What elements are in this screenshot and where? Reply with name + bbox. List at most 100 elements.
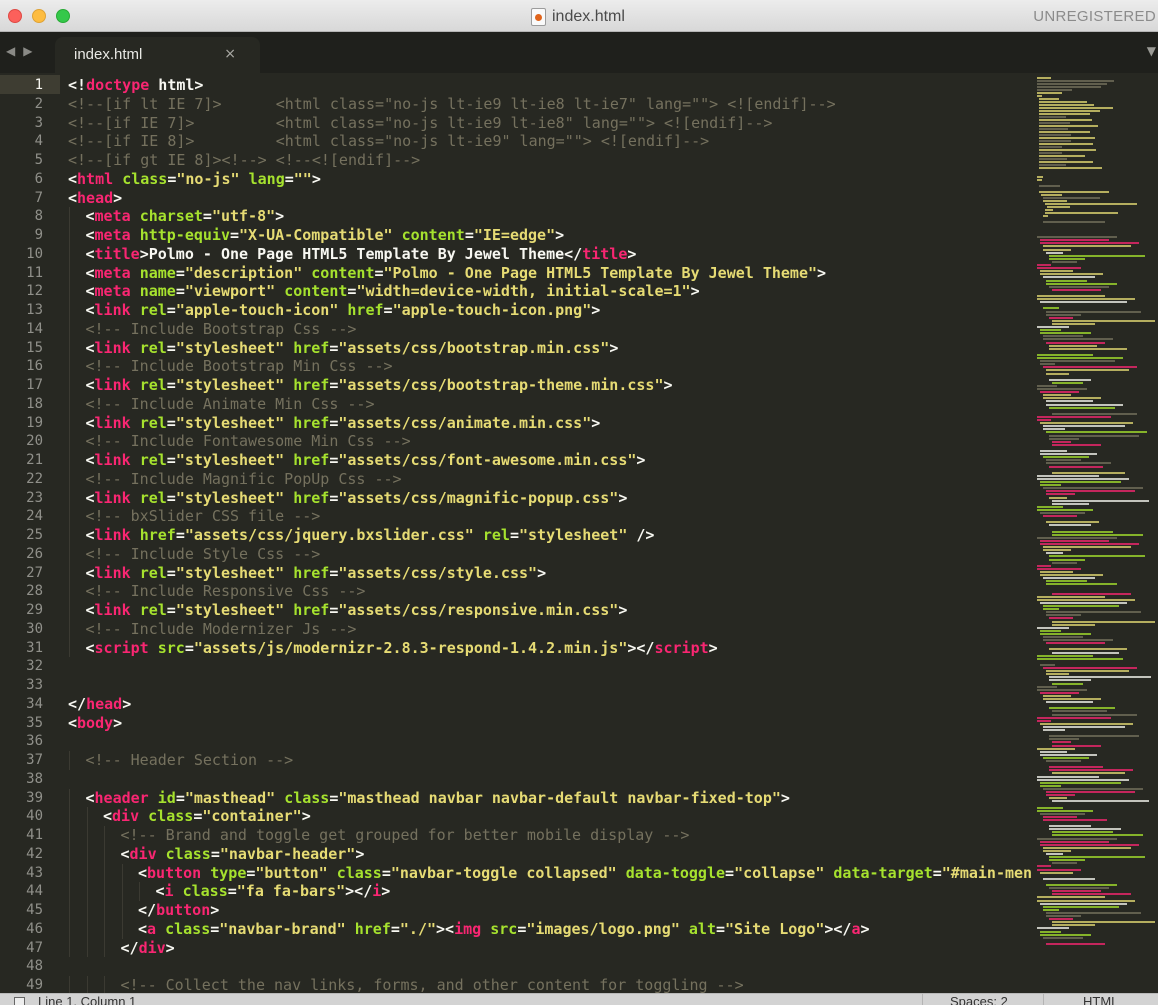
code-line[interactable]: <!-- Include Modernizer Js --> — [86, 620, 357, 638]
code-token: < — [103, 807, 113, 826]
code-line[interactable]: <!--[if IE 7]> <html class="no-js lt-ie9… — [68, 114, 772, 132]
line-number: 17 — [26, 377, 43, 393]
code-token: ></ — [345, 882, 373, 901]
code-token: = — [716, 919, 726, 938]
code-token: class — [182, 882, 228, 901]
code-line[interactable]: <i class="fa fa-bars"></i> — [156, 882, 391, 900]
minimap-line — [1052, 651, 1119, 654]
code-line[interactable]: <link href="assets/css/jquery.bxslider.c… — [86, 526, 655, 544]
code-line[interactable]: <meta http-equiv="X-UA-Compatible" conte… — [86, 226, 565, 244]
minimap-line — [1039, 143, 1093, 145]
code-line[interactable]: <link rel="stylesheet" href="assets/css/… — [86, 489, 628, 507]
code-line[interactable]: <link rel="stylesheet" href="assets/css/… — [86, 451, 646, 469]
code-line[interactable]: <meta name="viewport" content="width=dev… — [86, 282, 700, 300]
code-line[interactable]: <!-- Include Animate Min Css --> — [86, 395, 375, 413]
code-token: = — [166, 601, 176, 619]
code-line[interactable]: <!--[if gt IE 8]><!--> <!--<![endif]--> — [68, 151, 420, 169]
code-line[interactable]: <button type="button" class="navbar-togg… — [138, 864, 1033, 882]
minimap-line — [1046, 313, 1081, 316]
code-token: "stylesheet" — [175, 601, 285, 619]
code-line[interactable]: <link rel="stylesheet" href="assets/css/… — [86, 339, 619, 357]
code-line[interactable]: <title>Polmo - One Page HTML5 Template B… — [86, 245, 637, 263]
minimap-line — [1039, 191, 1110, 193]
close-window-button[interactable] — [8, 9, 22, 23]
line-number: 1 — [34, 77, 43, 93]
code-line[interactable]: <!--[if lt IE 7]> <html class="no-js lt-… — [68, 95, 836, 113]
minimize-window-button[interactable] — [32, 9, 46, 23]
status-divider — [1043, 994, 1044, 1005]
code-line[interactable]: <a class="navbar-brand" href="./"><img s… — [138, 920, 870, 938]
code-line[interactable]: <!-- Brand and toggle get grouped for be… — [121, 826, 690, 844]
code-token: < — [85, 301, 95, 319]
code-token: "masthead" — [184, 788, 276, 807]
code-line[interactable]: <div class="container"> — [103, 807, 311, 825]
code-line[interactable]: <meta name="description" content="Polmo … — [86, 264, 827, 282]
code-line[interactable]: </div> — [121, 939, 175, 957]
minimap-line — [1046, 791, 1135, 793]
code-line[interactable]: <!-- Collect the nav links, forms, and o… — [121, 976, 744, 993]
code-token: = — [284, 169, 294, 188]
code-line[interactable]: <!-- Include Magnific PopUp Css --> — [86, 470, 402, 488]
code-line[interactable]: <link rel="stylesheet" href="assets/css/… — [86, 414, 601, 432]
minimap-line — [1039, 131, 1091, 133]
code-line[interactable]: <link rel="stylesheet" href="assets/css/… — [86, 564, 547, 582]
close-tab-icon[interactable]: × — [224, 46, 236, 62]
code-line[interactable]: <link rel="stylesheet" href="assets/css/… — [86, 601, 628, 619]
line-number: 38 — [26, 770, 43, 787]
code-token: = — [464, 226, 474, 244]
minimap-line — [1040, 242, 1139, 245]
code-token: < — [85, 451, 95, 469]
line-number: 26 — [26, 545, 43, 562]
code-line[interactable]: <head> — [68, 189, 122, 207]
code-token: "stylesheet" — [175, 376, 285, 394]
code-line[interactable]: <link rel="apple-touch-icon" href="apple… — [86, 301, 601, 319]
maximize-window-button[interactable] — [56, 9, 70, 23]
code-line[interactable]: </head> — [68, 695, 131, 713]
tab-dropdown-icon[interactable]: ▼ — [1147, 44, 1156, 58]
code-line[interactable]: <!-- Include Bootstrap Min Css --> — [86, 357, 393, 375]
code-line[interactable]: <link rel="stylesheet" href="assets/css/… — [86, 376, 673, 394]
indent-guide — [69, 207, 70, 226]
minimap[interactable] — [1033, 73, 1158, 993]
minimap-line — [1046, 642, 1105, 645]
code-line[interactable]: <header id="masthead" class="masthead na… — [86, 789, 790, 807]
code-view[interactable]: <!doctype html> <!--[if lt IE 7]> <html c… — [68, 73, 1033, 993]
syntax-selector[interactable]: HTML — [1083, 995, 1118, 1005]
code-line[interactable]: <html class="no-js" lang=""> — [68, 170, 321, 188]
code-line[interactable]: <!-- Include Style Css --> — [86, 545, 321, 563]
code-line[interactable]: <!-- Include Fontawesome Min Css --> — [86, 432, 411, 450]
minimap-line — [1046, 282, 1117, 285]
minimap-line — [1043, 698, 1101, 700]
code-line[interactable]: <!-- Include Responsive Css --> — [86, 582, 366, 600]
code-line[interactable]: <!-- Header Section --> — [86, 751, 294, 769]
forward-arrow-icon[interactable]: ▶ — [23, 44, 32, 58]
code-token: = — [932, 863, 942, 882]
tab-index-html[interactable]: index.html × — [55, 37, 260, 73]
minimap-line — [1040, 722, 1133, 725]
minimap-line — [1037, 865, 1051, 868]
code-line[interactable]: <!-- bxSlider CSS file --> — [86, 507, 321, 525]
code-token: content — [284, 282, 348, 301]
code-token: > — [122, 694, 132, 713]
indent-guide — [69, 394, 70, 414]
minimap-line — [1049, 434, 1139, 437]
editor-area[interactable]: 1 2 3 4 5 6 7 8 9 10 11 12 13 14 15 16 17 18 19 20 21 22 23 24 2… — [0, 73, 1158, 993]
code-line[interactable]: <script src="assets/js/modernizr-2.8.3-r… — [86, 639, 718, 657]
code-line[interactable]: <div class="navbar-header"> — [121, 845, 365, 863]
code-line[interactable]: <body> — [68, 714, 122, 732]
line-number: 44 — [26, 883, 43, 900]
panel-toggle-icon[interactable] — [14, 997, 25, 1005]
indentation-setting[interactable]: Spaces: 2 — [950, 995, 1008, 1005]
code-line[interactable]: <meta charset="utf-8"> — [86, 207, 285, 225]
code-token: head — [86, 694, 123, 713]
code-line[interactable]: <!--[if IE 8]> <html class="no-js lt-ie9… — [68, 132, 709, 150]
line-number: 46 — [26, 920, 43, 937]
minimap-line — [1049, 828, 1121, 831]
back-arrow-icon[interactable]: ◀ — [6, 44, 15, 58]
code-line[interactable]: <!doctype html> — [68, 76, 203, 94]
code-line[interactable]: <!-- Include Bootstrap Css --> — [86, 320, 357, 338]
code-line[interactable]: </button> — [138, 901, 219, 919]
